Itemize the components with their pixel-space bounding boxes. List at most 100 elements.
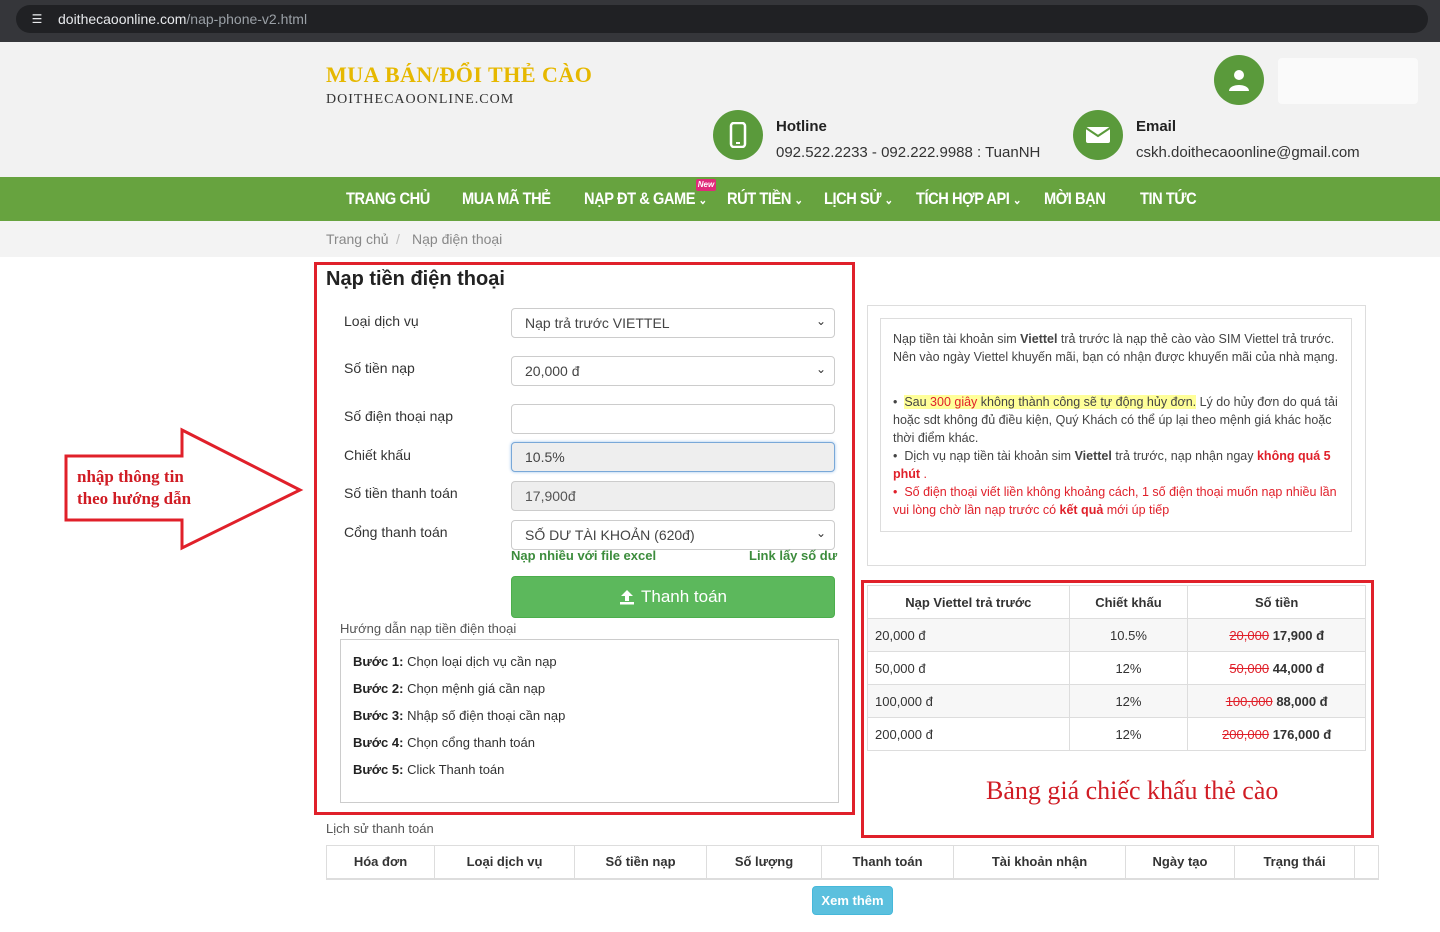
table-row: 20,000 đ 10.5% 20,000 17,900 đ [867,618,1366,652]
price-header-discount: Chiết khấu [1068,585,1189,619]
phone-icon [729,122,747,148]
nav-item-buy-card[interactable]: MUA MÃ THẺ [462,177,551,221]
gateway-select[interactable]: SỐ DƯ TÀI KHOẢN (620đ) ⌄ [511,520,835,550]
pay-button[interactable]: Thanh toán [511,576,835,618]
phone-icon-circle [713,110,763,160]
chevron-down-icon: ⌄ [1012,193,1022,207]
service-label: Loại dịch vụ [344,313,419,329]
arrow-annotation-text: nhập thông tin theo hướng dẫn [77,467,192,508]
chevron-down-icon: ⌄ [815,314,826,328]
amount-select-value: 20,000 đ [525,363,580,379]
nav-item-api[interactable]: TÍCH HỢP API ⌄ [916,177,1022,221]
excel-topup-link[interactable]: Nạp nhiều với file excel [511,548,656,563]
user-avatar[interactable] [1214,55,1264,105]
nav-item-api-label: TÍCH HỢP API [916,189,1010,208]
gateway-select-value: SỐ DƯ TÀI KHOẢN (620đ) [525,527,695,543]
price-cell-name: 20,000 đ [867,618,1070,652]
nav-item-news[interactable]: TIN TỨC [1140,177,1197,221]
table-row: 200,000 đ 12% 200,000 176,000 đ [867,717,1366,751]
site-settings-icon[interactable]: ☰ [28,10,46,28]
history-col-amount: Số tiền nạp [575,846,707,879]
price-cell-discount: 12% [1068,651,1189,685]
pay-amount-label: Số tiền thanh toán [344,485,458,501]
price-cell-discount: 12% [1068,684,1189,718]
info-bullet-cancel: • Sau 300 giây không thành công sẽ tự độ… [893,395,1338,445]
main-nav: TRANG CHỦ MUA MÃ THẺ NẠP ĐT & GAME ⌄ RÚT … [0,177,1440,221]
service-select-value: Nạp trả trước VIETTEL [525,315,670,331]
history-title: Lịch sử thanh toán [326,821,434,836]
url-field[interactable]: ☰ doithecaoonline.com/nap-phone-v2.html [16,5,1428,33]
table-row: 50,000 đ 12% 50,000 44,000 đ [867,651,1366,685]
info-bullet-phone: • Số điện thoại viết liền không khoảng c… [893,485,1337,517]
chevron-down-icon: ⌄ [884,193,893,207]
amount-select[interactable]: 20,000 đ ⌄ [511,356,835,386]
guide-title: Hướng dẫn nạp tiền điện thoại [340,621,517,636]
history-col-status: Trạng thái [1235,846,1355,879]
url-text: doithecaoonline.com/nap-phone-v2.html [58,11,308,27]
nav-item-history-label: LỊCH SỬ [824,189,882,208]
price-cell-name: 100,000 đ [867,684,1070,718]
email-title: Email [1136,118,1177,135]
logo-title[interactable]: MUA BÁN/ĐỔI THẺ CÀO [326,62,592,88]
chevron-down-icon: ⌄ [794,193,803,207]
price-cell-discount: 12% [1068,717,1189,751]
chevron-down-icon: ⌄ [815,362,826,376]
chevron-down-icon: ⌄ [815,526,826,540]
breadcrumb-current: Nạp điện thoại [412,231,503,247]
guide-step: Bước 5: Click Thanh toán [353,762,505,777]
chevron-down-icon: ⌄ [698,193,708,207]
price-cell-amount: 50,000 44,000 đ [1187,651,1366,685]
pay-button-label: Thanh toán [640,587,727,606]
price-header-name: Nạp Viettel trả trước [867,585,1070,619]
hotline-value: 092.522.2233 - 092.222.9988 : TuanNH [776,144,1041,161]
balance-link[interactable]: Link lấy số dư [749,548,837,563]
breadcrumb-home[interactable]: Trang chủ [326,231,389,247]
service-select[interactable]: Nạp trả trước VIETTEL ⌄ [511,308,835,338]
nav-item-home[interactable]: TRANG CHỦ [346,177,430,221]
email-icon-circle [1073,110,1123,160]
price-cell-amount: 200,000 176,000 đ [1187,717,1366,751]
breadcrumb [0,221,1440,257]
upload-icon [619,590,634,605]
history-col-receiver: Tài khoản nhận [954,846,1126,879]
history-col-service: Loại dịch vụ [435,846,575,879]
history-col-date: Ngày tạo [1126,846,1235,879]
user-icon [1229,70,1249,91]
nav-item-invite[interactable]: MỜI BẠN [1044,177,1106,221]
price-cell-name: 200,000 đ [867,717,1070,751]
price-cell-amount: 20,000 17,900 đ [1187,618,1366,652]
guide-step: Bước 4: Chọn cổng thanh toán [353,735,536,750]
user-name-redacted [1278,58,1418,104]
nav-item-topup[interactable]: NẠP ĐT & GAME ⌄ [584,177,707,221]
email-value: cskh.doithecaoonline@gmail.com [1136,144,1360,161]
browser-address-bar: ☰ doithecaoonline.com/nap-phone-v2.html [0,0,1440,42]
gateway-label: Cổng thanh toán [344,524,448,540]
history-col-payment: Thanh toán [822,846,954,879]
history-col-invoice: Hóa đơn [327,846,435,879]
table-row: 100,000 đ 12% 100,000 88,000 đ [867,684,1366,718]
price-annotation-text: Bảng giá chiếc khấu thẻ cào [986,776,1279,805]
see-more-button[interactable]: Xem thêm [812,886,893,915]
history-col-quantity: Số lượng [707,846,822,879]
price-cell-discount: 10.5% [1068,618,1189,652]
breadcrumb-separator: / [396,231,400,247]
phone-label: Số điện thoại nạp [344,408,453,424]
price-cell-name: 50,000 đ [867,651,1070,685]
price-cell-amount: 100,000 88,000 đ [1187,684,1366,718]
guide-step: Bước 1: Chọn loại dịch vụ cần nạp [353,654,557,669]
info-paragraph: Nạp tiền tài khoản sim Viettel trả trước… [893,332,1339,364]
new-badge: New [696,179,716,191]
amount-label: Số tiền nạp [344,360,415,376]
nav-item-withdraw[interactable]: RÚT TIỀN ⌄ [727,177,803,221]
discount-label: Chiết khấu [344,447,411,463]
hotline-title: Hotline [776,118,827,135]
info-bullet-speed: • Dịch vụ nạp tiền tài khoản sim Viettel… [893,449,1331,481]
discount-field: 10.5% [511,442,835,472]
nav-item-withdraw-label: RÚT TIỀN [727,189,791,208]
nav-item-history[interactable]: LỊCH SỬ ⌄ [824,177,893,221]
phone-input[interactable] [511,404,835,434]
logo-subtitle[interactable]: DOITHECAOONLINE.COM [326,92,514,108]
pay-amount-field: 17,900đ [511,481,835,511]
price-header-amount: Số tiền [1187,585,1366,619]
guide-step: Bước 3: Nhập số điện thoại cần nạp [353,708,566,723]
